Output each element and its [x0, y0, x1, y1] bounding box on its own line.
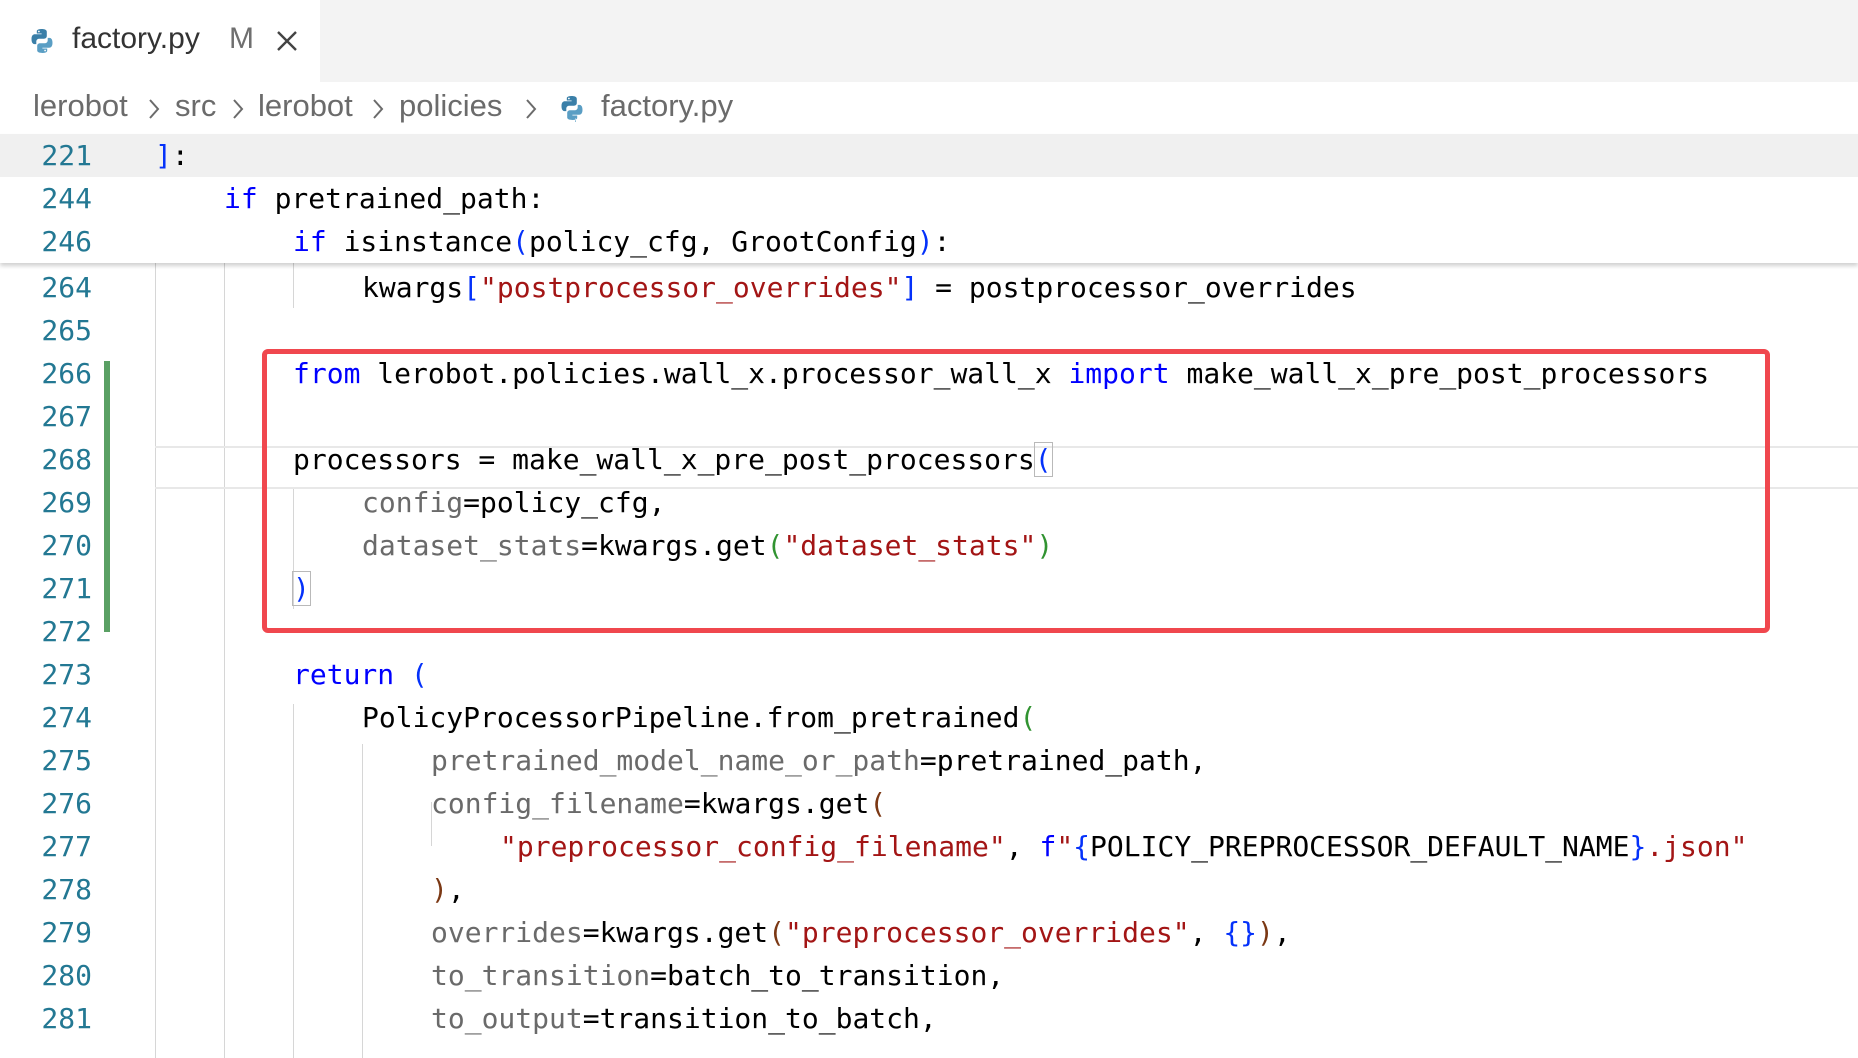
breadcrumb-item-file[interactable]: factory.py	[601, 88, 733, 124]
line-number: 275	[41, 744, 92, 777]
code-text: if isinstance(policy_cfg, GrootConfig):	[293, 225, 951, 258]
python-icon	[31, 29, 53, 53]
code-text: return (	[293, 658, 428, 691]
line-number: 280	[41, 959, 92, 992]
code-line[interactable]: 281 to_output=transition_to_batch,	[0, 997, 1858, 1040]
line-number: 270	[41, 529, 92, 562]
code-text: "preprocessor_config_filename", f"{POLIC…	[500, 830, 1748, 863]
sticky-line[interactable]: 244 if pretrained_path:	[0, 177, 1858, 220]
line-number: 273	[41, 658, 92, 691]
tab-factory-py[interactable]: factory.py M	[0, 0, 320, 82]
breadcrumb-item-policies[interactable]: policies	[399, 88, 502, 124]
code-editor[interactable]: 221 ]: 244 if pretrained_path: 246 if is…	[0, 134, 1858, 1058]
code-line[interactable]: 280 to_transition=batch_to_transition,	[0, 954, 1858, 997]
line-number: 279	[41, 916, 92, 949]
line-number: 265	[41, 314, 92, 347]
code-text: to_transition=batch_to_transition,	[431, 959, 1005, 992]
code-text: config_filename=kwargs.get(	[431, 787, 887, 820]
breadcrumb-item-lerobot-2[interactable]: lerobot	[258, 88, 353, 124]
line-number: 269	[41, 486, 92, 519]
sticky-line[interactable]: 246 if isinstance(policy_cfg, GrootConfi…	[0, 220, 1858, 263]
code-line[interactable]: 274 PolicyProcessorPipeline.from_pretrai…	[0, 696, 1858, 739]
line-number: 266	[41, 357, 92, 390]
line-number: 276	[41, 787, 92, 820]
code-text: if pretrained_path:	[224, 182, 545, 215]
code-text: overrides=kwargs.get("preprocessor_overr…	[431, 916, 1291, 949]
line-number: 267	[41, 400, 92, 433]
code-line[interactable]: 264 kwargs["postprocessor_overrides"] = …	[0, 266, 1858, 309]
code-line[interactable]: 279 overrides=kwargs.get("preprocessor_o…	[0, 911, 1858, 954]
code-line[interactable]: 276 config_filename=kwargs.get(	[0, 782, 1858, 825]
line-number: 246	[41, 225, 92, 258]
modified-badge: M	[229, 22, 254, 55]
code-line[interactable]: 273 return (	[0, 653, 1858, 696]
line-number: 264	[41, 271, 92, 304]
python-icon	[561, 96, 583, 122]
breadcrumb-item-src[interactable]: src	[175, 88, 216, 124]
close-icon[interactable]	[272, 26, 302, 56]
code-text: PolicyProcessorPipeline.from_pretrained(	[362, 701, 1037, 734]
line-number: 244	[41, 182, 92, 215]
sticky-scroll[interactable]: 221 ]: 244 if pretrained_path: 246 if is…	[0, 134, 1858, 263]
line-number: 272	[41, 615, 92, 648]
code-text: pretrained_model_name_or_path=pretrained…	[431, 744, 1207, 777]
chevron-right-icon	[526, 99, 537, 119]
tab-filename: factory.py	[72, 22, 200, 55]
line-number: 274	[41, 701, 92, 734]
code-text: to_output=transition_to_batch,	[431, 1002, 937, 1035]
breadcrumb-item-lerobot[interactable]: lerobot	[33, 88, 128, 124]
line-number: 277	[41, 830, 92, 863]
annotation-highlight-box	[262, 349, 1770, 633]
code-text: kwargs["postprocessor_overrides"] = post…	[362, 271, 1357, 304]
code-text: ),	[431, 873, 465, 906]
line-number: 221	[41, 139, 92, 172]
line-number: 281	[41, 1002, 92, 1035]
code-text: ]:	[155, 139, 189, 172]
code-line[interactable]: 265	[0, 309, 1858, 352]
tab-strip: factory.py M	[0, 0, 1858, 82]
line-number: 268	[41, 443, 92, 476]
code-line[interactable]: 277 "preprocessor_config_filename", f"{P…	[0, 825, 1858, 868]
chevron-right-icon	[233, 99, 244, 119]
breadcrumb: lerobot src lerobot policies factory.py	[0, 82, 1858, 134]
line-number: 271	[41, 572, 92, 605]
sticky-line[interactable]: 221 ]:	[0, 134, 1858, 177]
line-number: 278	[41, 873, 92, 906]
code-line[interactable]: 278 ),	[0, 868, 1858, 911]
chevron-right-icon	[373, 99, 384, 119]
code-line[interactable]: 275 pretrained_model_name_or_path=pretra…	[0, 739, 1858, 782]
chevron-right-icon	[149, 99, 160, 119]
